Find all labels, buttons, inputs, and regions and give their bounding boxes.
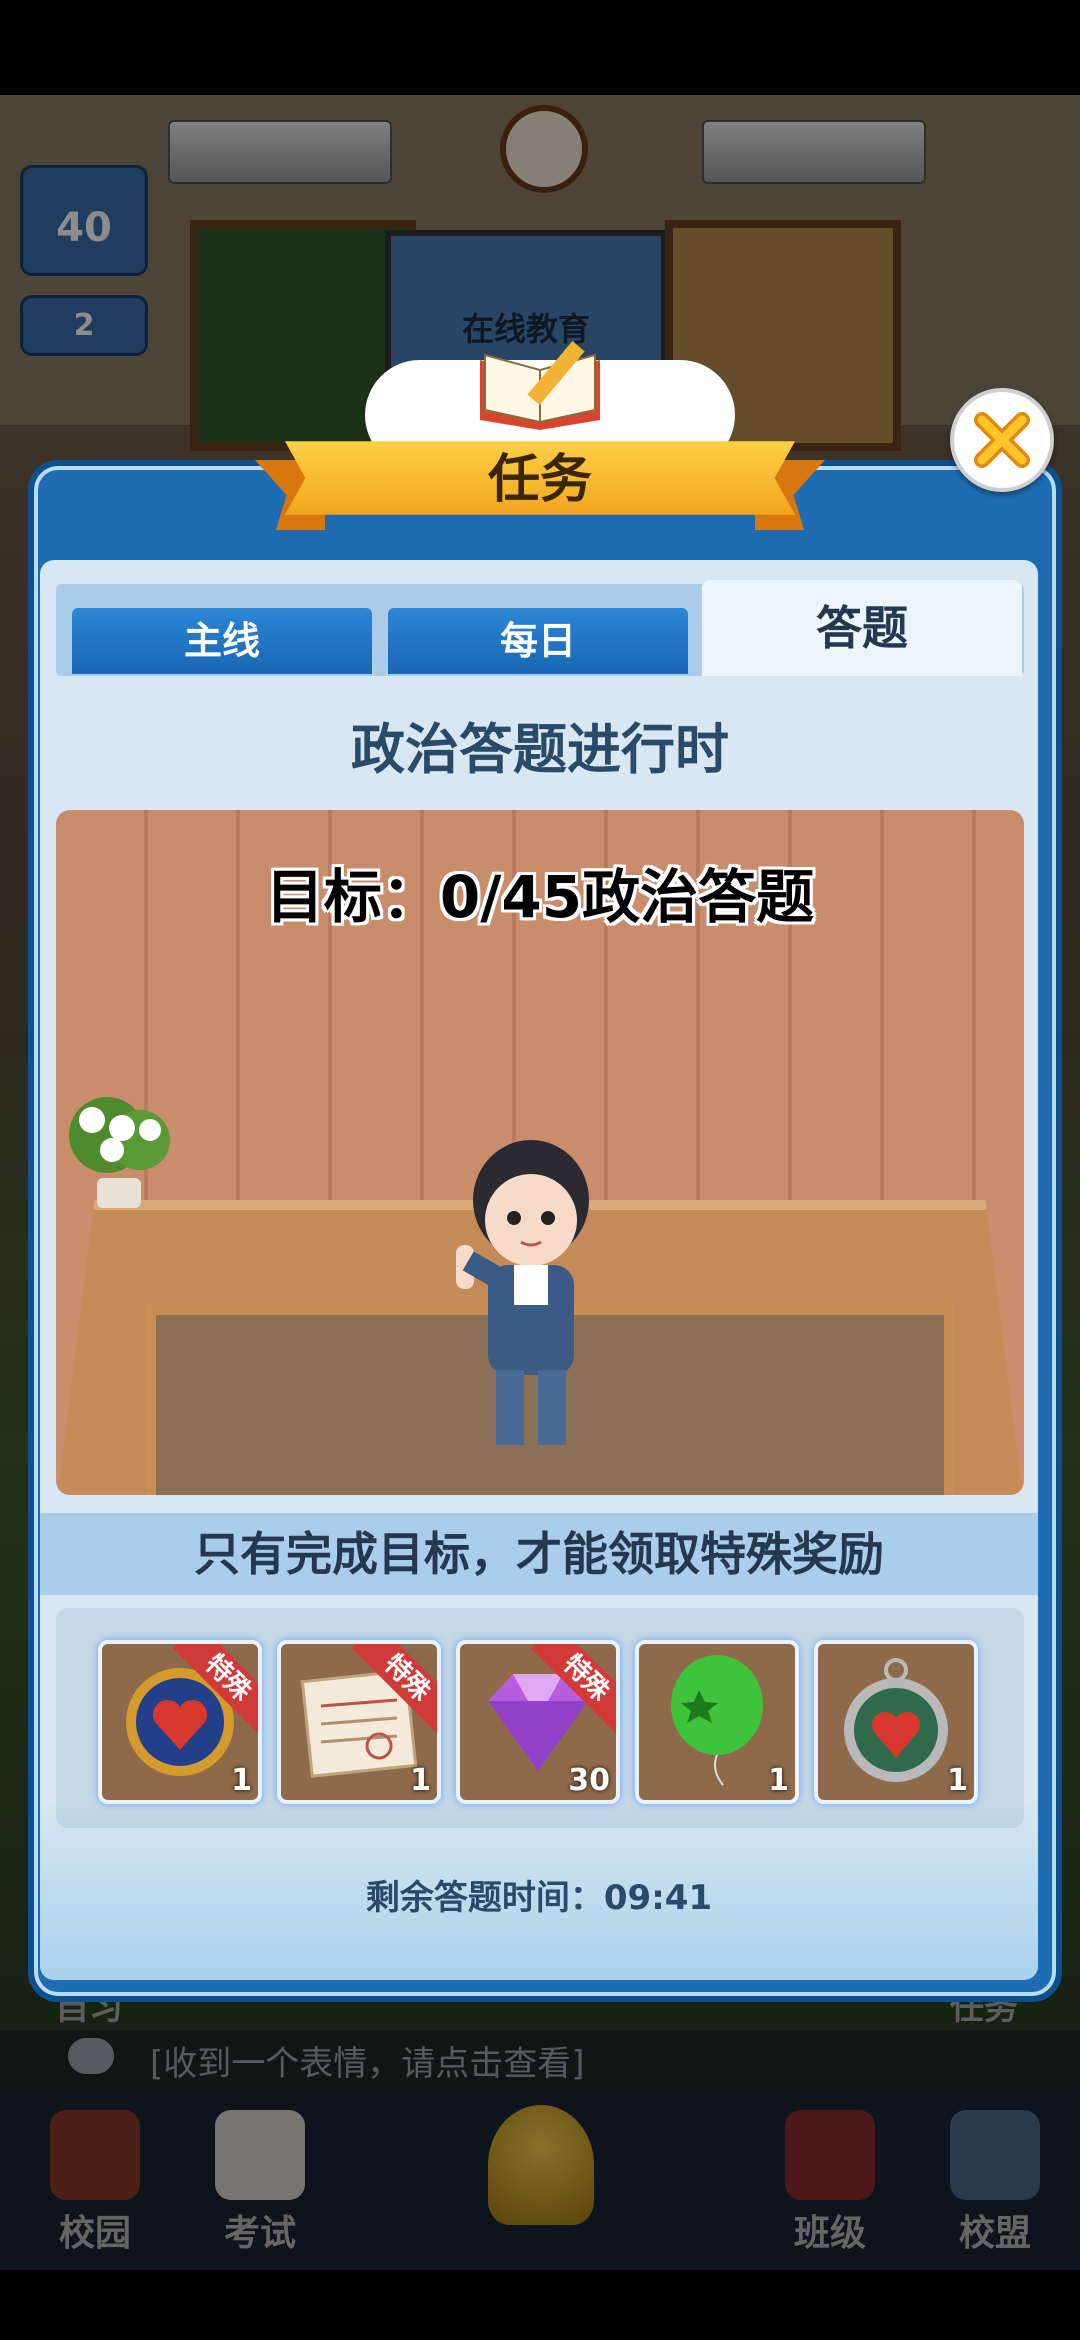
quiz-heading: 政治答题进行时 xyxy=(351,718,729,781)
reward-item[interactable]: 1 xyxy=(814,1640,978,1804)
reward-item[interactable]: 特殊 30 xyxy=(456,1640,620,1804)
quiz-scene-image: 目标：0/45政治答题 xyxy=(56,810,1024,1495)
reward-count: 1 xyxy=(231,1763,252,1798)
quiz-timer: 剩余答题时间：09:41 xyxy=(40,1870,1038,1919)
teacher-character xyxy=(456,1130,606,1455)
reward-count: 1 xyxy=(410,1763,431,1798)
quiz-goal-text: 目标：0/45政治答题 xyxy=(265,863,815,931)
timer-value: 09:41 xyxy=(603,1878,713,1918)
close-icon xyxy=(974,412,1030,468)
reward-count: 1 xyxy=(947,1763,968,1798)
reward-item[interactable]: 特殊 1 xyxy=(98,1640,262,1804)
reward-item[interactable]: 1 xyxy=(635,1640,799,1804)
tab-quiz[interactable]: 答题 xyxy=(702,580,1022,676)
reward-count: 1 xyxy=(768,1763,789,1798)
tab-main[interactable]: 主线 xyxy=(72,608,372,674)
tab-daily[interactable]: 每日 xyxy=(388,608,688,674)
dialog-title: 任务 xyxy=(487,450,592,510)
reward-count: 30 xyxy=(568,1763,610,1798)
reward-item[interactable]: 特殊 1 xyxy=(277,1640,441,1804)
reward-hint-text: 只有完成目标，才能领取特殊奖励 xyxy=(194,1527,884,1581)
close-button[interactable] xyxy=(950,388,1054,492)
book-pencil-icon xyxy=(470,330,610,430)
flower-pot-icon xyxy=(62,1090,182,1210)
green-balloon-icon xyxy=(671,1655,763,1786)
timer-label: 剩余答题时间： xyxy=(365,1878,604,1918)
pocket-watch-icon xyxy=(844,1658,948,1782)
